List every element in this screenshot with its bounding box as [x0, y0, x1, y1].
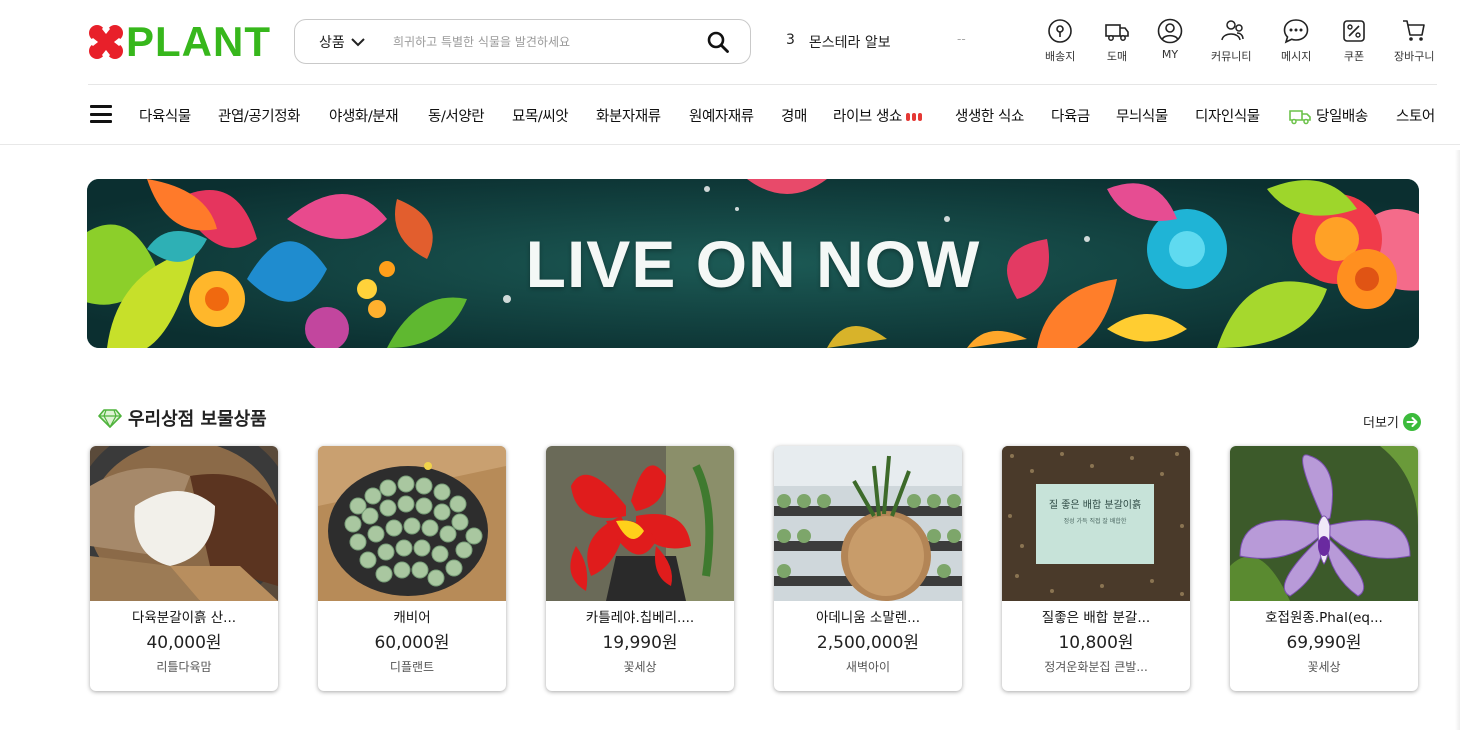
- util-label: MY: [1161, 48, 1179, 61]
- util-message[interactable]: 메시지: [1281, 18, 1311, 64]
- nav-item-auction[interactable]: 경매: [781, 105, 807, 126]
- gem-icon: [98, 409, 122, 428]
- product-name: 카틀레야.칩베리....: [585, 610, 695, 626]
- product-seller: 새벽아이: [845, 660, 891, 674]
- product-price: 2,500,000원: [816, 633, 920, 653]
- product-seller: 꽃세상: [623, 660, 657, 674]
- scroll-edge: [1455, 150, 1460, 730]
- coupon-icon: [1343, 20, 1365, 42]
- user-icon: [1157, 18, 1183, 44]
- nav-item-garden-supplies[interactable]: 원예자재류: [689, 105, 754, 126]
- product-card[interactable]: 호접원종.Phal(eq... 69,990원 꽃세상: [1230, 446, 1418, 691]
- product-name: 다육분갈이흙 산...: [131, 610, 237, 626]
- nav-item-design-plants[interactable]: 디자인식물: [1195, 105, 1260, 126]
- product-name: 아데니움 소말렌...: [815, 610, 921, 626]
- product-image: [318, 446, 506, 601]
- product-price: 69,990원: [1286, 633, 1362, 653]
- util-label: 배송지: [1045, 50, 1076, 63]
- header: PLANT 상품 3 몬스테라 알보 -- 배송지 도매 MY 커뮤니티 메시지: [0, 0, 1460, 84]
- nav-item-fresh-show[interactable]: 생생한 식쇼: [955, 105, 1024, 126]
- delivery-truck-icon: [1289, 109, 1311, 124]
- nav-item-succulents[interactable]: 다육식물: [139, 105, 191, 126]
- util-label: 쿠폰: [1343, 50, 1365, 63]
- nav-item-same-day[interactable]: 당일배송: [1288, 105, 1368, 126]
- soil-label-card: 질 좋은 배합 분갈이흙 정성 가득 직접 잘 배합한: [1036, 484, 1154, 564]
- nav-item-variegated[interactable]: 무늬식물: [1116, 105, 1168, 126]
- product-card[interactable]: 카틀레야.칩베리.... 19,990원 꽃세상: [546, 446, 734, 691]
- product-image: [774, 446, 962, 601]
- product-seller: 리틀다육맘: [156, 660, 212, 674]
- logo-text: PLANT: [126, 18, 271, 65]
- map-pin-icon: [1048, 19, 1072, 43]
- logo-x-icon: [88, 24, 124, 60]
- nav-item-variegated-succulents[interactable]: 다육금: [1051, 105, 1090, 126]
- util-label: 메시지: [1281, 50, 1312, 63]
- product-price: 19,990원: [602, 633, 678, 653]
- product-image: [1230, 446, 1418, 601]
- util-label: 도매: [1106, 50, 1128, 63]
- nav-item-store[interactable]: 스토어: [1396, 105, 1435, 126]
- site-logo[interactable]: PLANT: [88, 18, 271, 65]
- product-seller: 정겨운화분집 큰발...: [1044, 660, 1148, 674]
- section-title: 우리상점 보물상품: [98, 405, 267, 431]
- trending-keyword[interactable]: 3 몬스테라 알보: [786, 32, 891, 52]
- nav-item-orchid[interactable]: 동/서양란: [428, 105, 485, 126]
- product-seller: 꽃세상: [1307, 660, 1341, 674]
- search-bar: 상품: [294, 19, 751, 64]
- nav-item-same-day-label: 당일배송: [1316, 109, 1368, 125]
- product-price: 10,800원: [1058, 633, 1134, 653]
- more-link[interactable]: 더보기: [1363, 412, 1421, 431]
- util-community[interactable]: 커뮤니티: [1211, 18, 1251, 64]
- util-label: 커뮤니티: [1211, 50, 1252, 63]
- product-card[interactable]: 캐비어 60,000원 디플랜트: [318, 446, 506, 691]
- trending-separator: --: [957, 32, 966, 46]
- product-name: 캐비어: [393, 610, 431, 626]
- nav-item-foliage[interactable]: 관엽/공기정화: [218, 105, 301, 126]
- section-title-text: 우리상점 보물상품: [128, 409, 267, 430]
- product-price: 40,000원: [146, 633, 222, 653]
- product-name: 질좋은 배합 분갈...: [1041, 610, 1151, 626]
- product-image: 질 좋은 배합 분갈이흙 정성 가득 직접 잘 배합한: [1002, 446, 1190, 601]
- live-indicator-icon: [905, 113, 922, 121]
- util-wholesale[interactable]: 도매: [1104, 18, 1130, 64]
- product-image: [546, 446, 734, 601]
- banner-headline: LIVE ON NOW: [525, 226, 981, 301]
- nav-item-live[interactable]: 라이브 생쇼: [833, 105, 922, 126]
- product-image: [90, 446, 278, 601]
- trending-rank: 3: [786, 32, 795, 48]
- product-seller: 디플랜트: [389, 660, 435, 674]
- trending-keyword-text: 몬스테라 알보: [808, 35, 891, 51]
- soil-label-title: 질 좋은 배합 분갈이흙: [1048, 500, 1142, 511]
- hamburger-menu-icon[interactable]: [90, 105, 112, 123]
- nav-item-live-label: 라이브 생쇼: [833, 109, 902, 125]
- community-icon: [1221, 20, 1244, 41]
- nav-item-wildflower[interactable]: 야생화/분재: [329, 105, 399, 126]
- search-category-dropdown[interactable]: 상품: [319, 32, 393, 52]
- util-label: 장바구니: [1394, 50, 1435, 63]
- util-coupon[interactable]: 쿠폰: [1341, 18, 1367, 64]
- nav-item-seedlings[interactable]: 묘목/씨앗: [512, 105, 569, 126]
- chevron-down-icon: [351, 37, 365, 46]
- more-link-label: 더보기: [1363, 416, 1399, 431]
- search-icon[interactable]: [706, 30, 730, 54]
- product-card[interactable]: 아데니움 소말렌... 2,500,000원 새벽아이: [774, 446, 962, 691]
- util-cart[interactable]: 장바구니: [1394, 18, 1434, 64]
- product-card[interactable]: 다육분갈이흙 산... 40,000원 리틀다육맘: [90, 446, 278, 691]
- live-banner[interactable]: LIVE ON NOW: [87, 179, 1419, 348]
- arrow-right-circle-icon: [1402, 412, 1421, 431]
- search-category-label: 상품: [319, 34, 345, 51]
- product-name: 호접원종.Phal(eq...: [1265, 610, 1383, 626]
- product-card[interactable]: 질 좋은 배합 분갈이흙 정성 가득 직접 잘 배합한 질좋은 배합 분갈...…: [1002, 446, 1190, 691]
- truck-icon: [1105, 24, 1129, 41]
- util-delivery-address[interactable]: 배송지: [1045, 18, 1075, 64]
- search-input[interactable]: [393, 34, 683, 49]
- util-my[interactable]: MY: [1157, 18, 1183, 61]
- cart-icon: [1403, 20, 1426, 41]
- category-nav: 다육식물 관엽/공기정화 야생화/분재 동/서양란 묘목/씨앗 화분자재류 원예…: [0, 85, 1460, 145]
- soil-label-subtitle: 정성 가득 직접 잘 배합한: [1063, 518, 1127, 525]
- chat-icon: [1283, 19, 1309, 44]
- product-price: 60,000원: [374, 633, 450, 653]
- nav-item-pots[interactable]: 화분자재류: [596, 105, 661, 126]
